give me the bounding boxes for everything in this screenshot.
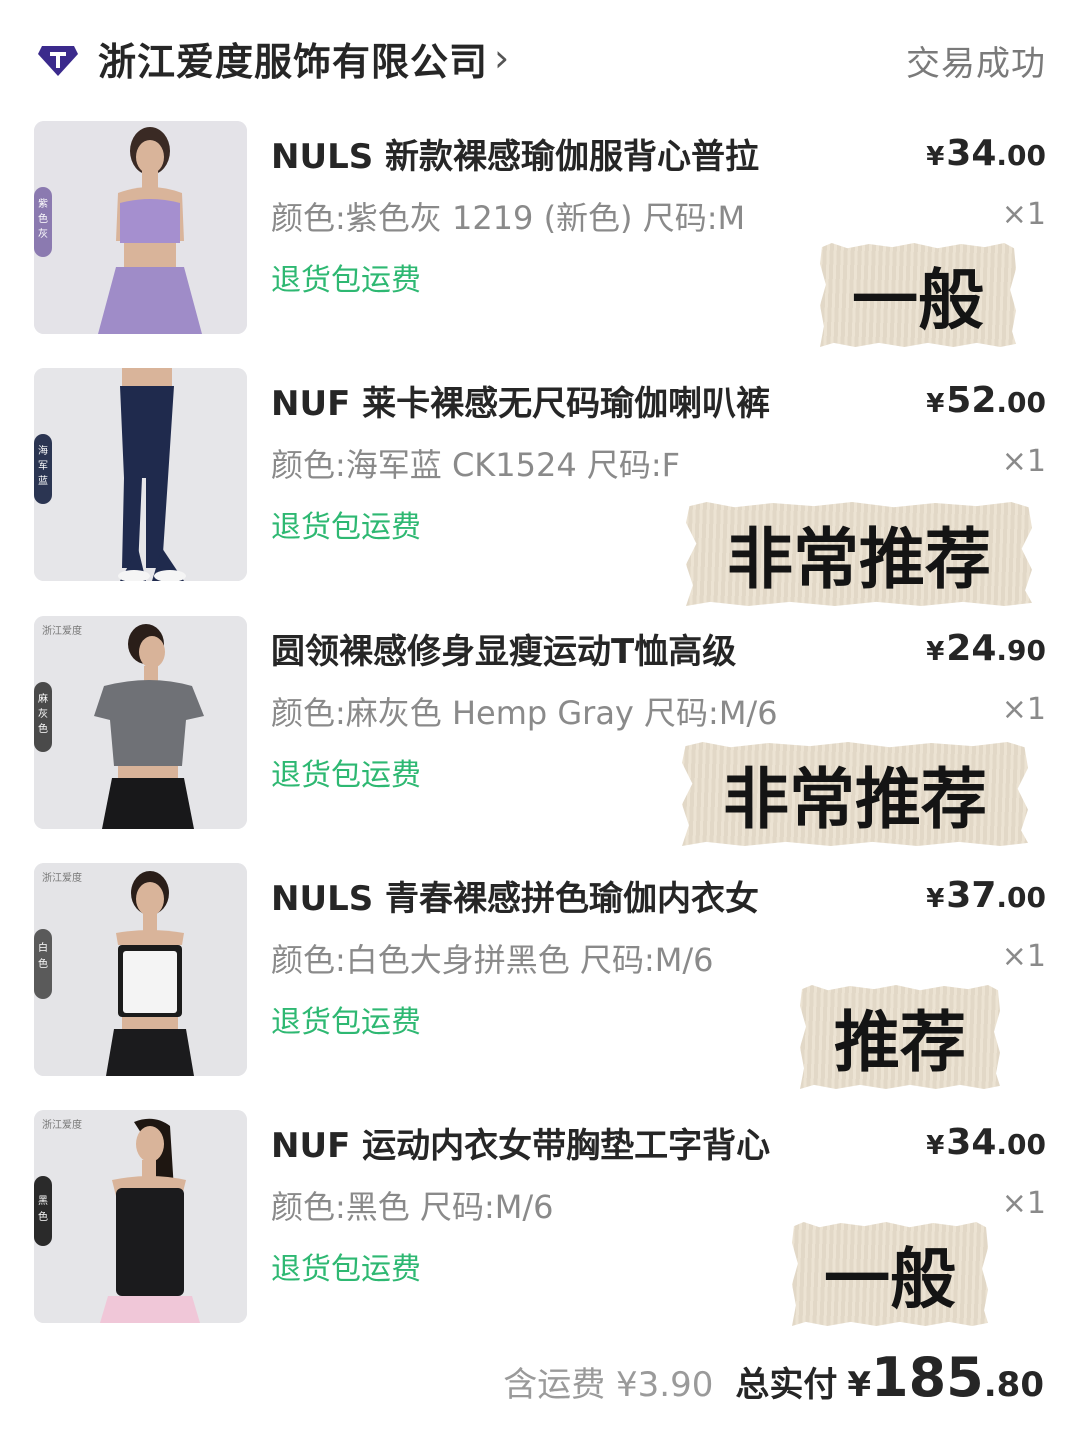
chevron-right-icon[interactable]: › bbox=[494, 39, 509, 77]
product-title[interactable]: NUF 莱卡裸感无尺码瑜伽喇叭裤 bbox=[271, 376, 831, 425]
return-shipping-badge: 退货包运费 bbox=[271, 1252, 421, 1287]
return-shipping-badge: 退货包运费 bbox=[271, 758, 421, 793]
price-decimal: .00 bbox=[996, 881, 1046, 914]
price-integer: 37 bbox=[946, 875, 997, 916]
product-title[interactable]: NUF 运动内衣女带胸垫工字背心 bbox=[271, 1118, 831, 1167]
svg-text:军: 军 bbox=[38, 460, 48, 472]
svg-text:白: 白 bbox=[38, 941, 48, 954]
product-spec: 颜色:海军蓝 CK1524 尺码:F bbox=[271, 446, 681, 484]
product-thumbnail[interactable]: 浙江爱度 麻 灰 色 bbox=[34, 616, 247, 829]
rating-tape-label: 一般 bbox=[820, 243, 1016, 347]
svg-text:色: 色 bbox=[38, 212, 48, 225]
total-decimal: .80 bbox=[983, 1365, 1044, 1405]
svg-text:海: 海 bbox=[38, 444, 48, 457]
svg-text:灰: 灰 bbox=[38, 227, 48, 240]
price-decimal: .90 bbox=[996, 634, 1046, 667]
price-integer: 34 bbox=[946, 133, 997, 174]
price-decimal: .00 bbox=[996, 386, 1046, 419]
price-currency: ¥ bbox=[926, 1131, 945, 1161]
product-price: ¥34.00 bbox=[926, 133, 1046, 174]
price-integer: 52 bbox=[946, 380, 997, 421]
product-thumbnail[interactable]: 海 军 蓝 bbox=[34, 368, 247, 581]
return-shipping-badge: 退货包运费 bbox=[271, 263, 421, 298]
order-item[interactable]: 海 军 蓝 NUF 莱卡裸感无尺码瑜伽喇叭裤 颜色:海军蓝 CK1524 尺码:… bbox=[34, 368, 1046, 606]
svg-text:色: 色 bbox=[38, 722, 48, 735]
order-item[interactable]: 浙江爱度 麻 灰 色 圆领裸感修身显瘦运动T恤高级 颜色:麻灰色 Hemp Gr… bbox=[34, 616, 1046, 846]
product-title[interactable]: 圆领裸感修身显瘦运动T恤高级 bbox=[271, 624, 831, 673]
svg-text:黑: 黑 bbox=[38, 1195, 48, 1207]
price-decimal: .00 bbox=[996, 1128, 1046, 1161]
product-quantity: ×1 bbox=[1001, 939, 1046, 974]
product-thumbnail[interactable]: 浙江爱度 白 色 bbox=[34, 863, 247, 1076]
total-paid-label: 总实付 bbox=[735, 1365, 838, 1405]
product-price: ¥34.00 bbox=[926, 1122, 1046, 1163]
order-item[interactable]: 浙江爱度 黑 色 NUF 运动内衣女带胸垫工字背心 颜色:黑色 尺码:M/6 退… bbox=[34, 1110, 1046, 1326]
price-currency: ¥ bbox=[926, 884, 945, 914]
rating-tape-label: 非常推荐 bbox=[682, 742, 1028, 846]
product-spec: 颜色:麻灰色 Hemp Gray 尺码:M/6 bbox=[271, 694, 778, 732]
svg-text:灰: 灰 bbox=[38, 707, 48, 720]
rating-tape-label: 非常推荐 bbox=[686, 502, 1032, 606]
total-currency: ¥ bbox=[847, 1365, 872, 1405]
product-title[interactable]: NULS 新款裸感瑜伽服背心普拉 bbox=[271, 129, 831, 178]
svg-text:浙江爱度: 浙江爱度 bbox=[42, 1118, 82, 1131]
product-price: ¥24.90 bbox=[926, 628, 1046, 669]
price-currency: ¥ bbox=[926, 142, 945, 172]
store-header: 浙江爱度服饰有限公司 › 交易成功 bbox=[36, 28, 1046, 88]
svg-text:色: 色 bbox=[38, 1210, 48, 1223]
order-item[interactable]: 浙江爱度 白 色 NULS 青春裸感拼色瑜伽内衣女 颜色:白色大身拼黑色 尺码:… bbox=[34, 863, 1046, 1089]
shipping-fee-note: 含运费 ¥3.90 bbox=[503, 1365, 714, 1405]
product-quantity: ×1 bbox=[1001, 197, 1046, 232]
rating-tape-label: 推荐 bbox=[800, 985, 1000, 1089]
product-spec: 颜色:白色大身拼黑色 尺码:M/6 bbox=[271, 941, 714, 979]
product-title[interactable]: NULS 青春裸感拼色瑜伽内衣女 bbox=[271, 871, 831, 920]
store-diamond-logo-icon[interactable] bbox=[36, 36, 80, 80]
store-name[interactable]: 浙江爱度服饰有限公司 bbox=[98, 31, 488, 86]
price-integer: 24 bbox=[946, 628, 997, 669]
price-currency: ¥ bbox=[926, 637, 945, 667]
return-shipping-badge: 退货包运费 bbox=[271, 1005, 421, 1040]
svg-text:紫: 紫 bbox=[38, 198, 48, 210]
price-decimal: .00 bbox=[996, 139, 1046, 172]
svg-text:色: 色 bbox=[38, 957, 48, 970]
product-spec: 颜色:紫色灰 1219 (新色) 尺码:M bbox=[271, 199, 746, 237]
svg-text:蓝: 蓝 bbox=[38, 475, 48, 487]
return-shipping-badge: 退货包运费 bbox=[271, 510, 421, 545]
price-currency: ¥ bbox=[926, 389, 945, 419]
product-thumbnail[interactable]: 紫 色 灰 bbox=[34, 121, 247, 334]
order-status: 交易成功 bbox=[906, 44, 1046, 84]
svg-text:浙江爱度: 浙江爱度 bbox=[42, 871, 82, 884]
order-item[interactable]: 紫 色 灰 NULS 新款裸感瑜伽服背心普拉 颜色:紫色灰 1219 (新色) … bbox=[34, 121, 1046, 347]
svg-text:麻: 麻 bbox=[38, 692, 48, 705]
price-integer: 34 bbox=[946, 1122, 997, 1163]
order-total-bar: 含运费 ¥3.90 总实付 ¥ 185 .80 bbox=[503, 1346, 1044, 1416]
product-price: ¥52.00 bbox=[926, 380, 1046, 421]
product-price: ¥37.00 bbox=[926, 875, 1046, 916]
rating-tape-label: 一般 bbox=[792, 1222, 988, 1326]
product-quantity: ×1 bbox=[1001, 444, 1046, 479]
total-integer: 185 bbox=[871, 1346, 984, 1409]
product-thumbnail[interactable]: 浙江爱度 黑 色 bbox=[34, 1110, 247, 1323]
product-quantity: ×1 bbox=[1001, 692, 1046, 727]
svg-text:浙江爱度: 浙江爱度 bbox=[42, 624, 82, 637]
product-quantity: ×1 bbox=[1001, 1186, 1046, 1221]
product-spec: 颜色:黑色 尺码:M/6 bbox=[271, 1188, 554, 1226]
